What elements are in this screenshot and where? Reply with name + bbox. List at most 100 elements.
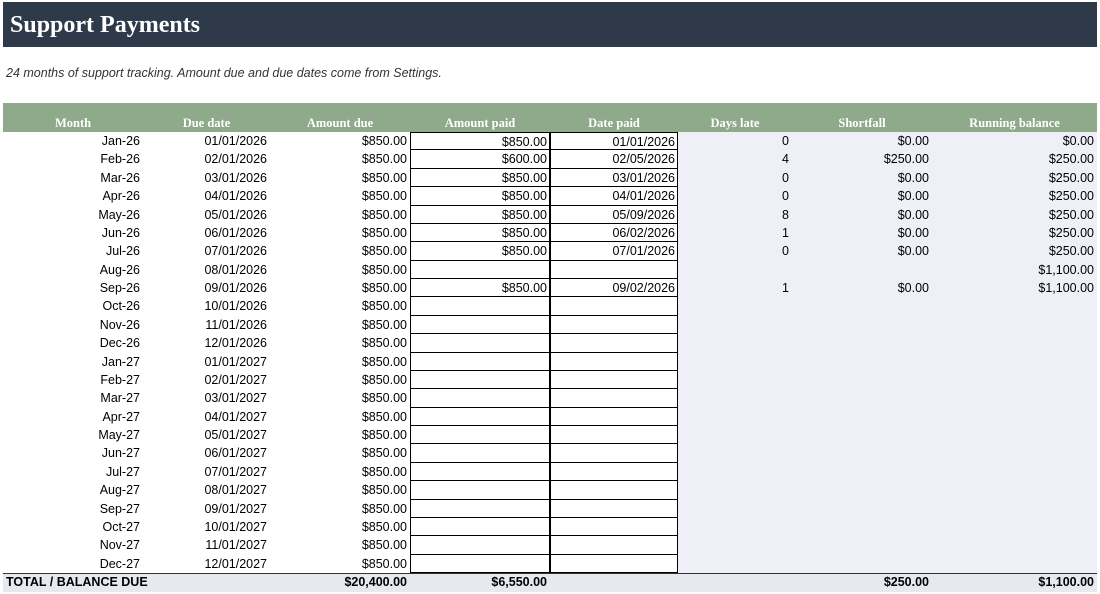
input-amount-paid[interactable] <box>410 297 550 316</box>
input-date-paid[interactable] <box>550 462 678 482</box>
input-date-paid[interactable] <box>550 260 678 279</box>
cell-due-date: 08/01/2026 <box>204 262 267 277</box>
input-date-paid[interactable]: 01/01/2026 <box>550 132 678 151</box>
total-shortfall: $250.00 <box>883 575 929 589</box>
input-date-paid[interactable]: 05/09/2026 <box>550 205 678 224</box>
header-amount-due: Amount due <box>306 116 374 130</box>
input-amount-paid[interactable] <box>410 444 550 463</box>
input-date-paid[interactable] <box>550 426 678 445</box>
input-amount-paid[interactable]: $850.00 <box>410 168 550 188</box>
input-amount-paid[interactable] <box>410 426 550 445</box>
cell-shortfall <box>792 353 929 371</box>
total-row: TOTAL / BALANCE DUE $20,400.00 $6,550.00… <box>0 573 1100 592</box>
cell-due-date: 12/01/2027 <box>204 556 267 571</box>
input-date-paid[interactable] <box>550 554 678 573</box>
input-date-paid[interactable] <box>550 334 678 353</box>
cell-amount-due: $850.00 <box>361 483 407 498</box>
cell-days-late: 1 <box>782 225 789 240</box>
cell-shortfall <box>792 500 929 518</box>
input-date-paid[interactable] <box>550 407 678 426</box>
input-date-paid[interactable] <box>550 389 678 408</box>
cell-month: Jul-26 <box>105 244 140 259</box>
cell-shortfall: $0.00 <box>897 170 929 185</box>
input-amount-paid[interactable]: $850.00 <box>410 242 550 261</box>
input-date-paid[interactable] <box>550 315 678 335</box>
cell-running-balance: $1,100.00 <box>1038 281 1094 295</box>
input-amount-paid[interactable] <box>410 517 550 537</box>
cell-days-late: 0 <box>782 170 789 185</box>
input-amount-paid[interactable] <box>410 352 550 371</box>
input-date-paid[interactable]: 09/02/2026 <box>550 279 678 298</box>
input-amount-paid[interactable] <box>410 499 550 518</box>
header-month: Month <box>54 116 92 130</box>
input-date-paid[interactable] <box>550 297 678 316</box>
input-amount-paid[interactable]: $600.00 <box>410 150 550 169</box>
cell-days-late <box>678 371 789 389</box>
input-amount-paid[interactable] <box>410 370 550 390</box>
cell-days-late <box>678 353 789 371</box>
cell-shortfall <box>792 481 929 499</box>
cell-days-late <box>678 555 789 573</box>
input-date-paid[interactable] <box>550 352 678 371</box>
cell-due-date: 09/01/2026 <box>204 281 267 295</box>
input-amount-paid[interactable] <box>410 481 550 500</box>
input-amount-paid[interactable] <box>410 536 550 555</box>
input-date-paid[interactable]: 04/01/2026 <box>550 187 678 206</box>
table-row: Apr-26 04/01/2026 $850.00 $850.00 04/01/2026… <box>0 187 1100 206</box>
input-date-paid[interactable] <box>550 481 678 500</box>
input-amount-paid[interactable] <box>410 315 550 335</box>
cell-amount-due: $850.00 <box>361 134 407 148</box>
input-amount-paid[interactable] <box>410 554 550 573</box>
input-amount-paid[interactable]: $850.00 <box>410 223 550 243</box>
cell-due-date: 07/01/2027 <box>204 464 267 479</box>
input-amount-paid[interactable] <box>410 407 550 426</box>
input-amount-paid[interactable] <box>410 334 550 353</box>
cell-days-late: 8 <box>782 207 789 222</box>
cell-amount-due: $850.00 <box>361 501 407 516</box>
input-date-paid[interactable]: 02/05/2026 <box>550 150 678 169</box>
cell-month: Sep-27 <box>99 501 140 516</box>
cell-days-late: 1 <box>782 281 789 295</box>
table-row: Aug-26 08/01/2026 $850.00 $1,100.00 <box>0 260 1100 279</box>
input-date-paid[interactable] <box>550 444 678 463</box>
cell-month: Jul-27 <box>105 464 140 479</box>
table-row: Mar-27 03/01/2027 $850.00 <box>0 389 1100 408</box>
cell-shortfall <box>792 463 929 481</box>
cell-shortfall <box>792 426 929 444</box>
cell-month: Jun-26 <box>101 225 140 240</box>
cell-amount-due: $850.00 <box>361 428 407 442</box>
input-amount-paid[interactable]: $850.00 <box>410 132 550 151</box>
input-amount-paid[interactable] <box>410 462 550 482</box>
input-date-paid[interactable]: 06/02/2026 <box>550 223 678 243</box>
cell-running-balance <box>932 353 1094 371</box>
cell-running-balance <box>932 536 1094 554</box>
table-row: Oct-26 10/01/2026 $850.00 <box>0 297 1100 316</box>
cell-due-date: 05/01/2026 <box>204 207 267 222</box>
cell-amount-due: $850.00 <box>361 189 407 204</box>
input-date-paid[interactable] <box>550 499 678 518</box>
cell-shortfall <box>792 444 929 462</box>
input-amount-paid[interactable] <box>410 260 550 279</box>
input-date-paid[interactable] <box>550 370 678 390</box>
cell-running-balance <box>932 408 1094 426</box>
table-row: Dec-27 12/01/2027 $850.00 <box>0 554 1100 573</box>
input-date-paid[interactable] <box>550 517 678 537</box>
cell-month: Nov-26 <box>99 317 140 332</box>
cell-amount-due: $850.00 <box>361 317 407 332</box>
cell-days-late <box>678 297 789 315</box>
input-amount-paid[interactable]: $850.00 <box>410 187 550 206</box>
header-running-balance: Running balance <box>969 116 1060 130</box>
input-amount-paid[interactable]: $850.00 <box>410 205 550 224</box>
input-amount-paid[interactable]: $850.00 <box>410 279 550 298</box>
cell-running-balance: $0.00 <box>1062 134 1094 148</box>
cell-due-date: 03/01/2026 <box>204 170 267 185</box>
input-date-paid[interactable]: 07/01/2026 <box>550 242 678 261</box>
input-date-paid[interactable]: 03/01/2026 <box>550 168 678 188</box>
cell-amount-due: $850.00 <box>361 372 407 387</box>
input-amount-paid[interactable] <box>410 389 550 408</box>
cell-due-date: 07/01/2026 <box>204 244 267 259</box>
input-date-paid[interactable] <box>550 536 678 555</box>
cell-running-balance: $250.00 <box>1048 225 1094 240</box>
cell-month: Apr-27 <box>102 409 140 424</box>
cell-month: Sep-26 <box>99 281 140 295</box>
